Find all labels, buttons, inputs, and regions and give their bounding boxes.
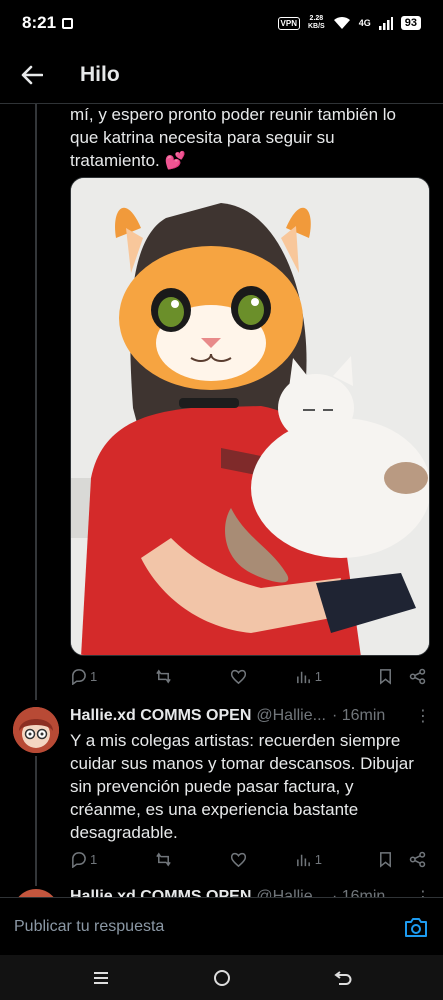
reply-input[interactable]: Publicar tu respuesta: [14, 918, 403, 936]
bookmark-icon: [380, 668, 392, 685]
system-navigation-bar: [0, 955, 443, 1000]
tweet-time: · 16min: [331, 888, 386, 897]
share-button[interactable]: [409, 851, 426, 868]
home-button[interactable]: [202, 963, 242, 993]
views-count: 1: [314, 668, 322, 684]
camera-button[interactable]: [403, 914, 429, 940]
tweet-text-line: sin prevención puede pasar factura, y: [70, 777, 354, 796]
views-icon: [296, 854, 310, 866]
tweet-time: · 16min: [331, 707, 386, 724]
back-arrow-icon: [21, 65, 43, 84]
tweet-text-line: créanme, es una experiencia bastante: [70, 800, 359, 819]
reply-icon: [72, 851, 86, 868]
menu-icon: [93, 971, 108, 984]
repost-icon: [156, 851, 171, 867]
reply-button[interactable]: 1: [70, 668, 155, 685]
share-icon: [409, 851, 426, 867]
views-count: 1: [314, 851, 322, 867]
home-circle-icon: [213, 969, 230, 986]
avatar[interactable]: [13, 889, 59, 897]
bookmark-icon: [380, 851, 392, 868]
tweet-text-line: que katrina necesita para seguir su: [70, 128, 335, 147]
like-button[interactable]: [230, 851, 295, 868]
tweet-header: Hallie.xd COMMS OPEN @Hallie... · 16min …: [70, 706, 431, 726]
author-name[interactable]: Hallie.xd COMMS OPEN: [70, 888, 251, 897]
bookmark-button[interactable]: [377, 668, 409, 685]
more-options-button[interactable]: ⋮: [415, 706, 431, 726]
thread-line: [35, 104, 37, 700]
top-app-bar: Hilo: [0, 46, 443, 104]
views-button[interactable]: 1: [295, 668, 378, 685]
status-bar: 8:21 VPN 2.28 KB/S 4G 93: [0, 0, 443, 46]
page-title: Hilo: [80, 62, 120, 86]
notification-icon: [62, 17, 74, 29]
tweet-header: Hallie.xd COMMS OPEN @Hallie... · 16min …: [70, 887, 431, 897]
reply-icon: [72, 668, 86, 685]
recent-apps-button[interactable]: [81, 963, 121, 993]
reply-button[interactable]: 1: [70, 851, 155, 868]
network-speed-value: 2.28: [309, 15, 324, 22]
avatar-image: [13, 707, 59, 753]
views-button[interactable]: 1: [295, 851, 378, 868]
vpn-badge: VPN: [277, 16, 300, 30]
network-speed-unit: KB/S: [308, 23, 325, 30]
share-button[interactable]: [409, 668, 426, 685]
camera-icon: [405, 917, 427, 937]
hearts-emoji: 💕: [164, 151, 186, 170]
reply-count: 1: [90, 668, 98, 684]
battery-level: 93: [400, 16, 421, 30]
heart-icon: [230, 669, 246, 684]
repost-icon: [156, 668, 171, 684]
tweet-photo[interactable]: [70, 177, 430, 656]
photo-person-with-cat: [71, 178, 429, 655]
thread-line: [35, 756, 37, 886]
network-speed: 2.28 KB/S: [308, 15, 325, 31]
tweet-partial: Hallie.xd COMMS OPEN @Hallie... · 16min …: [0, 876, 443, 897]
tweet-text-line: desagradable.: [70, 823, 178, 842]
tweet-actions: 1 1: [70, 846, 426, 872]
author-handle[interactable]: @Hallie...: [256, 888, 326, 897]
signal-icon: [378, 16, 393, 30]
author-handle[interactable]: @Hallie...: [256, 707, 326, 725]
bookmark-button[interactable]: [377, 851, 409, 868]
status-indicators: VPN 2.28 KB/S 4G 93: [277, 15, 421, 31]
tweet-text-line: tratamiento. 💕: [70, 149, 422, 172]
reply-composer: Publicar tu respuesta: [0, 897, 443, 955]
tweet-actions: 1 1: [70, 663, 426, 689]
status-time: 8:21: [22, 13, 57, 32]
share-icon: [409, 668, 426, 684]
tweet-text-line: mí, y espero pronto poder reunir también…: [70, 105, 397, 124]
more-options-button[interactable]: ⋮: [415, 887, 431, 897]
back-button[interactable]: [0, 46, 64, 104]
back-nav-icon: [333, 970, 351, 985]
tweet-text-line: cuidar sus manos y tomar descansos. Dibu…: [70, 754, 414, 773]
like-button[interactable]: [230, 668, 295, 685]
tweet-text: Y a mis colegas artistas: recuerden siem…: [70, 729, 422, 844]
repost-button[interactable]: [155, 668, 230, 685]
heart-icon: [230, 852, 246, 867]
back-nav-button[interactable]: [323, 963, 363, 993]
views-icon: [296, 671, 310, 683]
repost-button[interactable]: [155, 851, 230, 868]
author-name[interactable]: Hallie.xd COMMS OPEN: [70, 707, 251, 725]
reply-count: 1: [90, 851, 98, 867]
tweet-text: mí, y espero pronto poder reunir también…: [70, 103, 422, 172]
tweet-text-line-end: tratamiento.: [70, 151, 165, 170]
network-type: 4G: [358, 18, 371, 28]
avatar[interactable]: [13, 707, 59, 753]
tweet-text-line: Y a mis colegas artistas: recuerden siem…: [70, 731, 401, 750]
wifi-icon: [333, 16, 350, 29]
